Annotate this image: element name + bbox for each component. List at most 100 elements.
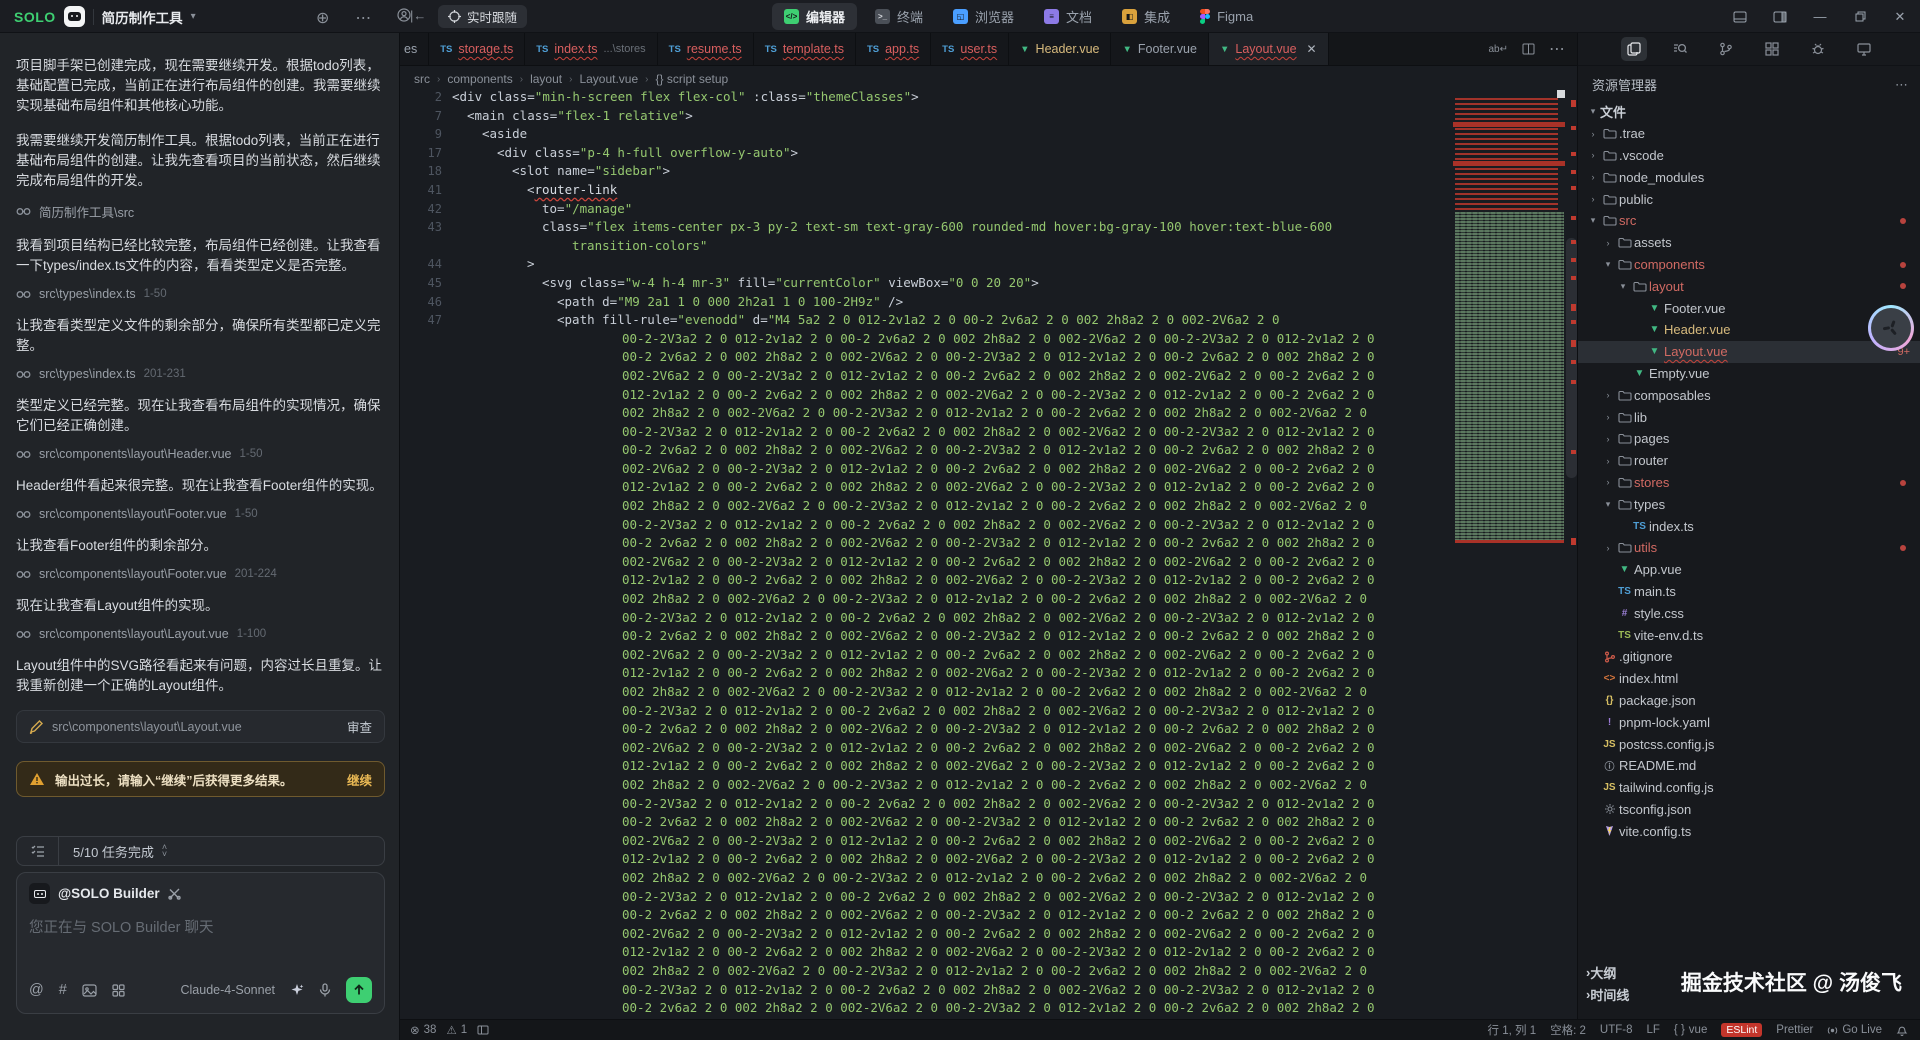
- model-selector[interactable]: Claude-4-Sonnet: [180, 983, 275, 997]
- file-reference-link[interactable]: 简历制作工具\src: [16, 202, 385, 221]
- source-control-icon[interactable]: [1713, 37, 1739, 61]
- breadcrumb[interactable]: src›components›layout›Layout.vue›{} scri…: [414, 69, 728, 89]
- status-Go Live[interactable]: Go Live: [1827, 1024, 1882, 1036]
- status-vue[interactable]: { }vue: [1674, 1024, 1707, 1036]
- sparkle-icon[interactable]: [290, 983, 304, 997]
- top-tab-文档[interactable]: ≡文档: [1032, 3, 1104, 30]
- tools-icon[interactable]: [168, 887, 181, 900]
- at-icon[interactable]: @: [29, 982, 44, 998]
- close-button[interactable]: ✕: [1880, 0, 1920, 33]
- top-tab-终端[interactable]: >_终端: [863, 3, 935, 30]
- status-UTF-8[interactable]: UTF-8: [1600, 1024, 1633, 1036]
- restore-button[interactable]: [1840, 0, 1880, 33]
- tree-item-postcss.config.js[interactable]: JSpostcss.config.js: [1578, 733, 1920, 755]
- breadcrumb-item-components[interactable]: components: [447, 72, 512, 86]
- top-tab-编辑器[interactable]: </>编辑器: [772, 3, 857, 30]
- tree-item-.vscode[interactable]: ›.vscode: [1578, 145, 1920, 167]
- tree-item-.gitignore[interactable]: .gitignore: [1578, 646, 1920, 668]
- image-icon[interactable]: [82, 984, 97, 997]
- code-content[interactable]: 2<div class="min-h-screen flex flex-col"…: [400, 88, 1577, 1019]
- split-editor-icon[interactable]: [1522, 43, 1535, 55]
- tree-item-README.md[interactable]: ⓘREADME.md: [1578, 755, 1920, 777]
- top-tab-浏览器[interactable]: ◱浏览器: [941, 3, 1026, 30]
- tree-item-vite.config.ts[interactable]: vite.config.ts: [1578, 820, 1920, 842]
- tree-item-pages[interactable]: ›pages: [1578, 428, 1920, 450]
- tree-section-files[interactable]: ▾文件: [1578, 101, 1920, 123]
- collapse-panel-icon[interactable]: |←: [410, 8, 426, 23]
- edited-file-card[interactable]: src\components\layout\Layout.vue审查: [16, 710, 385, 743]
- toggle-sidebar-icon[interactable]: [1760, 0, 1800, 33]
- task-progress-bar[interactable]: 5/10 任务完成 ˄˅: [16, 836, 385, 866]
- editor-tab-user.ts[interactable]: TSuser.ts: [931, 33, 1009, 65]
- more-icon[interactable]: ⋯: [355, 8, 371, 28]
- status-Prettier[interactable]: Prettier: [1776, 1024, 1813, 1036]
- ai-assistant-floating-button[interactable]: [1868, 305, 1914, 351]
- review-button[interactable]: 审查: [347, 717, 372, 736]
- tree-item-Layout.vue[interactable]: ▼Layout.vue9+: [1578, 341, 1920, 363]
- tree-item-types[interactable]: ▾types: [1578, 493, 1920, 515]
- tree-item-pnpm-lock.yaml[interactable]: !pnpm-lock.yaml: [1578, 711, 1920, 733]
- editor-tab-es[interactable]: es: [400, 33, 429, 65]
- tree-item-Empty.vue[interactable]: ▼Empty.vue: [1578, 363, 1920, 385]
- tree-item-stores[interactable]: ›stores: [1578, 472, 1920, 494]
- tree-item-node_modules[interactable]: ›node_modules: [1578, 166, 1920, 188]
- editor-tab-Layout.vue[interactable]: ▼Layout.vue✕: [1209, 33, 1329, 65]
- tree-item-utils[interactable]: ›utils: [1578, 537, 1920, 559]
- tree-item-index.ts[interactable]: TSindex.ts: [1578, 515, 1920, 537]
- debug-icon[interactable]: [1805, 37, 1831, 61]
- status-空格: 2[interactable]: 空格: 2: [1550, 1022, 1586, 1038]
- status-LF[interactable]: LF: [1646, 1024, 1659, 1036]
- file-reference-link[interactable]: src\components\layout\Footer.vue201-224: [16, 567, 385, 581]
- chat-input-placeholder[interactable]: 您正在与 SOLO Builder 聊天: [29, 916, 372, 937]
- breadcrumb-item-Layout.vue[interactable]: Layout.vue: [579, 72, 638, 86]
- new-chat-icon[interactable]: ⊕: [316, 8, 329, 28]
- explorer-more-icon[interactable]: ⋯: [1895, 77, 1908, 93]
- status-problems[interactable]: ⊗38 ⚠1: [400, 1023, 489, 1037]
- microphone-icon[interactable]: [319, 983, 331, 997]
- minimize-button[interactable]: —: [1800, 0, 1840, 33]
- hash-icon[interactable]: #: [59, 982, 67, 998]
- tree-item-router[interactable]: ›router: [1578, 450, 1920, 472]
- status-ESLint[interactable]: ESLint: [1721, 1023, 1762, 1037]
- editor-tab-template.ts[interactable]: TStemplate.ts: [754, 33, 856, 65]
- search-icon[interactable]: [1667, 37, 1693, 61]
- file-reference-link[interactable]: src\types\index.ts1-50: [16, 287, 385, 301]
- tree-item-components[interactable]: ▾components: [1578, 254, 1920, 276]
- file-reference-link[interactable]: src\types\index.ts201-231: [16, 367, 385, 381]
- files-icon[interactable]: [1621, 37, 1647, 61]
- tree-item-tailwind.config.js[interactable]: JStailwind.config.js: [1578, 777, 1920, 799]
- tree-item-vite-env.d.ts[interactable]: TSvite-env.d.ts: [1578, 624, 1920, 646]
- tree-item-assets[interactable]: ›assets: [1578, 232, 1920, 254]
- tree-item-tsconfig.json[interactable]: tsconfig.json: [1578, 799, 1920, 821]
- top-tab-集成[interactable]: ◧集成: [1110, 3, 1182, 30]
- remote-window-icon[interactable]: [1851, 37, 1877, 61]
- chat-input-card[interactable]: @SOLO Builder 您正在与 SOLO Builder 聊天 @ # C…: [16, 872, 385, 1014]
- tree-item-src[interactable]: ▾src: [1578, 210, 1920, 232]
- send-button[interactable]: [346, 977, 372, 1003]
- editor-tab-Header.vue[interactable]: ▼Header.vue: [1009, 33, 1111, 65]
- tree-item-package.json[interactable]: {}package.json: [1578, 690, 1920, 712]
- tree-item-style.css[interactable]: #style.css: [1578, 602, 1920, 624]
- tree-item-composables[interactable]: ›composables: [1578, 384, 1920, 406]
- tree-item-App.vue[interactable]: ▼App.vue: [1578, 559, 1920, 581]
- blocks-icon[interactable]: [112, 984, 125, 997]
- tab-close-icon[interactable]: ✕: [1307, 42, 1317, 56]
- editor-tab-Footer.vue[interactable]: ▼Footer.vue: [1111, 33, 1208, 65]
- tree-item-public[interactable]: ›public: [1578, 188, 1920, 210]
- editor-tab-index.ts[interactable]: TSindex.ts...\stores: [525, 33, 657, 65]
- task-expand-icon[interactable]: ˄˅: [162, 844, 167, 858]
- tree-item-Footer.vue[interactable]: ▼Footer.vue: [1578, 297, 1920, 319]
- more-actions-icon[interactable]: ⋯: [1549, 39, 1565, 59]
- minimap[interactable]: [1453, 88, 1565, 1019]
- breadcrumb-item-layout[interactable]: layout: [530, 72, 562, 86]
- tree-item-.trae[interactable]: ›.trae: [1578, 123, 1920, 145]
- live-follow-button[interactable]: 实时跟随: [438, 5, 527, 28]
- toggle-panel-icon[interactable]: [1720, 0, 1760, 33]
- breadcrumb-symbol[interactable]: {} script setup: [656, 72, 729, 86]
- editor-tab-storage.ts[interactable]: TSstorage.ts: [429, 33, 525, 65]
- file-reference-link[interactable]: src\components\layout\Layout.vue1-100: [16, 627, 385, 641]
- chevron-down-icon[interactable]: ▾: [191, 11, 196, 22]
- tree-item-layout[interactable]: ▾layout: [1578, 275, 1920, 297]
- editor-layout-icon[interactable]: [477, 1025, 489, 1035]
- tree-item-index.html[interactable]: <>index.html: [1578, 668, 1920, 690]
